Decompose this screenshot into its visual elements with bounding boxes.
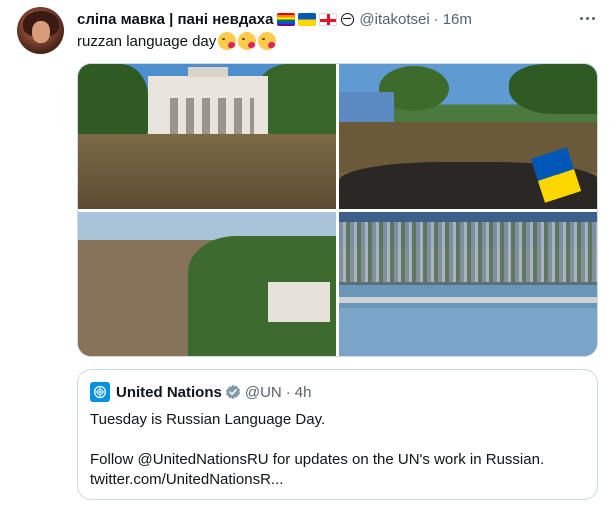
more-options-icon[interactable] xyxy=(575,8,599,28)
media-image-flooded-street[interactable] xyxy=(339,64,597,209)
quoted-text-line: Tuesday is Russian Language Day. xyxy=(90,411,326,428)
display-name[interactable]: сліпа мавка | пані невдаха xyxy=(77,11,273,28)
media-image-aerial-riverbank[interactable] xyxy=(78,212,336,356)
no-entry-icon xyxy=(341,12,355,26)
quoted-text-line: Follow @UnitedNationsRU for updates on t… xyxy=(90,451,545,468)
quoted-tweet-text: Tuesday is Russian Language Day. Follow … xyxy=(90,410,590,490)
tweet-header: сліпа мавка | пані невдаха @itakotsei · … xyxy=(77,9,472,29)
separator-dot: · xyxy=(433,10,439,28)
separator-dot: · xyxy=(285,383,291,401)
tweet[interactable]: сліпа мавка | пані невдаха @itakotsei · … xyxy=(0,0,610,508)
avatar[interactable] xyxy=(17,7,64,54)
quoted-display-name[interactable]: United Nations xyxy=(116,384,222,401)
media-image-flooded-theatre[interactable] xyxy=(78,64,336,209)
quoted-tweet-header: United Nations @UN · 4h xyxy=(90,382,311,402)
avatar-face xyxy=(32,21,50,43)
verified-badge-icon xyxy=(225,384,240,400)
tweet-text-content: ruzzan language day xyxy=(77,32,217,50)
media-image-destroyed-dam[interactable] xyxy=(339,212,597,356)
rainbow-flag-icon xyxy=(277,12,296,26)
kiss-emoji-icon xyxy=(258,32,277,50)
georgia-flag-icon xyxy=(319,12,338,26)
un-logo-icon[interactable] xyxy=(90,382,110,402)
kiss-emoji-icon xyxy=(238,32,257,50)
quoted-timestamp[interactable]: 4h xyxy=(295,384,312,401)
user-handle[interactable]: @itakotsei xyxy=(359,11,429,28)
quoted-handle[interactable]: @UN xyxy=(245,384,282,401)
kiss-emoji-icon xyxy=(218,32,237,50)
quoted-link[interactable]: twitter.com/UnitedNationsR... xyxy=(90,470,590,490)
name-emojis xyxy=(277,12,355,26)
ukraine-flag-icon xyxy=(298,12,317,26)
tweet-text: ruzzan language day xyxy=(77,32,277,50)
media-grid xyxy=(77,63,598,357)
quoted-tweet[interactable]: United Nations @UN · 4h Tuesday is Russi… xyxy=(77,369,598,500)
timestamp[interactable]: 16m xyxy=(443,11,472,28)
